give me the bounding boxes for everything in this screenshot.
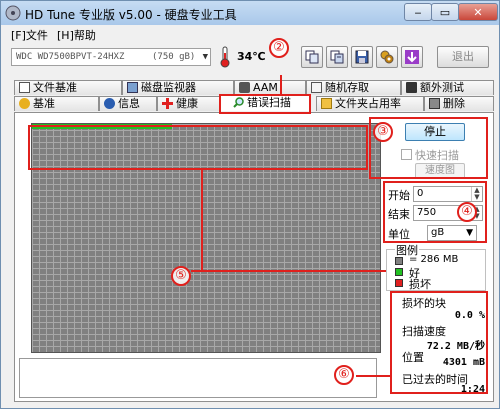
health-cross-icon: [162, 98, 173, 109]
drive-name: WDC WD7500BPVT-24HXZ: [16, 52, 125, 62]
drive-capacity: (750 gB): [152, 52, 196, 62]
legend-block-size: = 286 MB: [409, 254, 459, 265]
copy-all-icon: [330, 50, 344, 64]
speaker-icon: [239, 82, 250, 93]
annotation-marker-3: ③: [373, 122, 393, 142]
quick-scan-checkbox[interactable]: 快速扫描: [401, 147, 459, 163]
annotation-marker-2: ②: [269, 38, 289, 58]
drive-select[interactable]: WDC WD7500BPVT-24HXZ (750 gB) ▼: [11, 48, 211, 66]
legend-block-swatch: [395, 257, 403, 265]
tab-folder-usage[interactable]: 文件夹占用率: [316, 96, 424, 111]
annotation-marker-4: ④: [457, 202, 477, 222]
tab-file-benchmark[interactable]: 文件基准: [14, 80, 122, 95]
annotation-line-5b: [191, 270, 386, 272]
trash-icon: [429, 98, 440, 109]
position-value: 4301 mB: [442, 357, 485, 368]
save-icon: [355, 50, 369, 64]
checkbox-icon: [401, 149, 412, 160]
hd-tune-app-icon: [5, 5, 21, 21]
download-icon: [405, 50, 419, 64]
copy-all-button[interactable]: [326, 46, 348, 68]
tab-info[interactable]: 信息: [99, 96, 157, 111]
options-button[interactable]: [376, 46, 398, 68]
tab-aam[interactable]: AAM: [234, 80, 306, 95]
thermometer-icon: [220, 46, 230, 68]
stop-button[interactable]: 停止: [405, 123, 465, 141]
menu-file[interactable]: [F]文件: [11, 27, 48, 43]
close-button[interactable]: ✕: [458, 3, 498, 21]
start-label: 开始: [388, 189, 410, 202]
magnifier-icon: [233, 97, 244, 108]
tab-health[interactable]: 健康: [157, 96, 220, 111]
tab-disk-monitor[interactable]: 磁盘监视器: [122, 80, 234, 95]
speed-map-button[interactable]: 速度图: [415, 163, 465, 179]
chevron-down-icon: ▼: [202, 52, 208, 62]
save-button[interactable]: [351, 46, 373, 68]
title-bar[interactable]: HD Tune 专业版 v5.00 - 硬盘专业工具 ‒ ▭ ✕: [1, 1, 499, 25]
info-icon: [104, 98, 115, 109]
annotation-arrow-6: [356, 375, 391, 377]
tab-erase[interactable]: 删除: [424, 96, 494, 111]
tab-extra-tests[interactable]: 额外测试: [401, 80, 494, 95]
options-icon: [380, 50, 394, 64]
benchmark-icon: [19, 98, 30, 109]
menu-bar: [F]文件 [H]帮助: [1, 25, 499, 43]
menu-help[interactable]: [H]帮助: [57, 27, 96, 43]
disk-monitor-icon: [127, 82, 138, 93]
tab-random-access[interactable]: 随机存取: [306, 80, 401, 95]
download-button[interactable]: [401, 46, 423, 68]
tab-error-scan[interactable]: 错误扫描: [220, 94, 310, 111]
file-benchmark-icon: [19, 82, 30, 93]
legend-bad: 损坏: [409, 278, 431, 291]
copy-button[interactable]: [301, 46, 323, 68]
temperature-readout: 34℃: [237, 50, 266, 63]
unit-label: 单位: [388, 228, 410, 241]
tab-benchmark[interactable]: 基准: [14, 96, 99, 111]
start-input[interactable]: 0 ▲ ▼: [413, 186, 483, 202]
extra-tests-icon: [406, 82, 417, 93]
annotation-line-5a: [201, 169, 203, 271]
elapsed-value: 1:24: [460, 384, 485, 395]
random-access-icon: [311, 82, 322, 93]
minimize-button[interactable]: ‒: [404, 3, 432, 21]
app-window: HD Tune 专业版 v5.00 - 硬盘专业工具 ‒ ▭ ✕ [F]文件 […: [0, 0, 500, 409]
window-title: HD Tune 专业版 v5.00 - 硬盘专业工具: [25, 8, 237, 22]
annotation-arrow-2: [280, 75, 282, 95]
log-text-area[interactable]: [19, 358, 377, 398]
damaged-blocks-label: 损坏的块: [402, 297, 446, 310]
damaged-blocks-value: 0.0 %: [454, 310, 485, 321]
maximize-button[interactable]: ▭: [431, 3, 459, 21]
spinner-icon[interactable]: ▲ ▼: [471, 187, 482, 201]
scanned-blocks: [32, 124, 172, 129]
error-scan-panel: 停止 快速扫描 速度图 开始 0 ▲ ▼ 结束 750 ▲ ▼ 单位 gB ▼ 图例…: [14, 112, 494, 402]
end-label: 结束: [388, 208, 410, 221]
annotation-marker-5: ⑤: [171, 266, 191, 286]
chevron-down-icon: ▼: [466, 228, 473, 238]
scan-block-map: [31, 123, 381, 353]
legend-bad-swatch: [395, 279, 403, 287]
annotation-marker-6: ⑥: [334, 365, 354, 385]
legend-good-swatch: [395, 268, 403, 276]
unit-select[interactable]: gB ▼: [427, 225, 477, 241]
folder-icon: [321, 98, 332, 109]
exit-button[interactable]: 退出: [437, 46, 489, 68]
copy-icon: [305, 50, 319, 64]
